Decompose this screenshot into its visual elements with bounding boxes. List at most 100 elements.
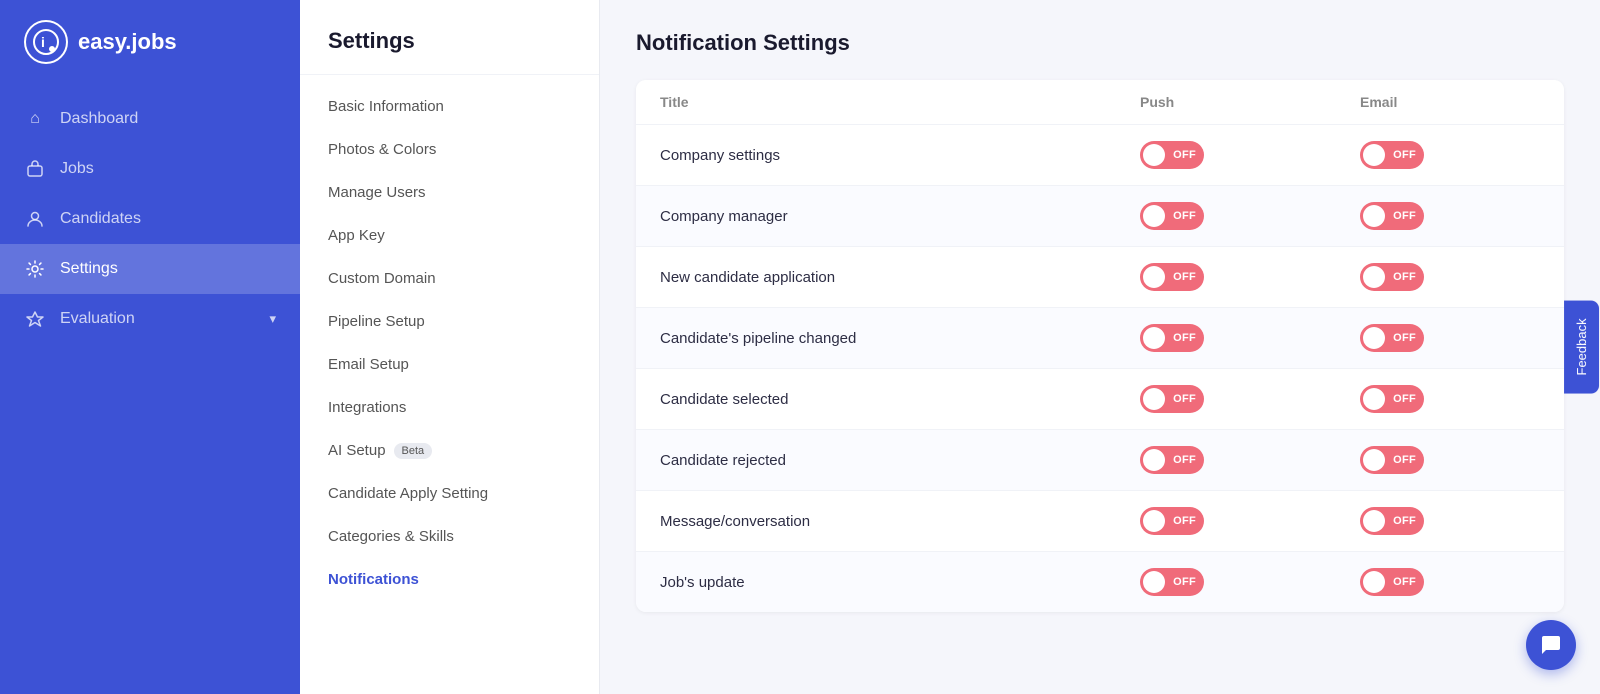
- row-title-company-manager: Company manager: [660, 208, 1140, 225]
- push-toggle-company-settings[interactable]: OFF: [1140, 141, 1360, 169]
- row-title-candidates-pipeline-changed: Candidate's pipeline changed: [660, 330, 1140, 347]
- email-toggle-track-message-conversation[interactable]: OFF: [1360, 507, 1424, 535]
- table-row: Company manager OFF OFF: [636, 186, 1564, 247]
- push-toggle-track-company-settings[interactable]: OFF: [1140, 141, 1204, 169]
- table-row: Company settings OFF OFF: [636, 125, 1564, 186]
- evaluation-icon: [24, 308, 46, 330]
- settings-menu-photos-colors[interactable]: Photos & Colors: [300, 128, 599, 171]
- header-title: Title: [660, 94, 1140, 110]
- table-row: Candidate rejected OFF OFF: [636, 430, 1564, 491]
- email-toggle-track-candidates-pipeline-changed[interactable]: OFF: [1360, 324, 1424, 352]
- logo: i easy.jobs: [0, 0, 300, 84]
- sidebar-item-dashboard[interactable]: ⌂ Dashboard: [0, 94, 300, 144]
- push-toggle-track-message-conversation[interactable]: OFF: [1140, 507, 1204, 535]
- settings-panel-title: Settings: [300, 0, 599, 75]
- table-row: New candidate application OFF OFF: [636, 247, 1564, 308]
- logo-icon: i: [24, 20, 68, 64]
- settings-menu-integrations[interactable]: Integrations: [300, 386, 599, 429]
- push-toggle-track-candidate-selected[interactable]: OFF: [1140, 385, 1204, 413]
- settings-menu-item-label: Basic Information: [328, 98, 444, 115]
- settings-menu-basic-information[interactable]: Basic Information: [300, 85, 599, 128]
- push-toggle-candidate-selected[interactable]: OFF: [1140, 385, 1360, 413]
- push-toggle-company-manager[interactable]: OFF: [1140, 202, 1360, 230]
- email-toggle-track-company-settings[interactable]: OFF: [1360, 141, 1424, 169]
- svg-text:i: i: [41, 34, 45, 50]
- sidebar-item-label: Settings: [60, 260, 118, 278]
- settings-menu-categories-skills[interactable]: Categories & Skills: [300, 515, 599, 558]
- sidebar-item-label: Candidates: [60, 210, 141, 228]
- row-title-company-settings: Company settings: [660, 147, 1140, 164]
- settings-menu-custom-domain[interactable]: Custom Domain: [300, 257, 599, 300]
- push-toggle-track-jobs-update[interactable]: OFF: [1140, 568, 1204, 596]
- email-toggle-track-candidate-selected[interactable]: OFF: [1360, 385, 1424, 413]
- row-title-message-conversation: Message/conversation: [660, 513, 1140, 530]
- sidebar-item-evaluation[interactable]: Evaluation ▾: [0, 294, 300, 344]
- email-toggle-track-candidate-rejected[interactable]: OFF: [1360, 446, 1424, 474]
- main-content: Settings Basic Information Photos & Colo…: [300, 0, 1600, 694]
- settings-menu-notifications[interactable]: Notifications: [300, 558, 599, 601]
- settings-menu-candidate-apply-setting[interactable]: Candidate Apply Setting: [300, 472, 599, 515]
- email-toggle-candidate-selected[interactable]: OFF: [1360, 385, 1540, 413]
- push-toggle-jobs-update[interactable]: OFF: [1140, 568, 1360, 596]
- push-toggle-candidates-pipeline-changed[interactable]: OFF: [1140, 324, 1360, 352]
- row-title-candidate-rejected: Candidate rejected: [660, 452, 1140, 469]
- push-toggle-new-candidate-application[interactable]: OFF: [1140, 263, 1360, 291]
- sidebar-item-label: Evaluation: [60, 310, 135, 328]
- row-title-new-candidate-application: New candidate application: [660, 269, 1140, 286]
- table-row: Candidate selected OFF OFF: [636, 369, 1564, 430]
- settings-menu: Basic Information Photos & Colors Manage…: [300, 75, 599, 611]
- settings-panel: Settings Basic Information Photos & Colo…: [300, 0, 600, 694]
- settings-menu-app-key[interactable]: App Key: [300, 214, 599, 257]
- dashboard-icon: ⌂: [24, 108, 46, 130]
- email-toggle-candidate-rejected[interactable]: OFF: [1360, 446, 1540, 474]
- settings-menu-item-label: Photos & Colors: [328, 141, 436, 158]
- sidebar-item-jobs[interactable]: Jobs: [0, 144, 300, 194]
- email-toggle-company-settings[interactable]: OFF: [1360, 141, 1540, 169]
- settings-menu-email-setup[interactable]: Email Setup: [300, 343, 599, 386]
- settings-menu-item-label: AI Setup: [328, 442, 386, 459]
- email-toggle-track-new-candidate-application[interactable]: OFF: [1360, 263, 1424, 291]
- table-row: Job's update OFF OFF: [636, 552, 1564, 612]
- notification-settings-area: Notification Settings Title Push Email C…: [600, 0, 1600, 694]
- push-toggle-message-conversation[interactable]: OFF: [1140, 507, 1360, 535]
- push-toggle-track-company-manager[interactable]: OFF: [1140, 202, 1204, 230]
- push-toggle-track-candidates-pipeline-changed[interactable]: OFF: [1140, 324, 1204, 352]
- email-toggle-message-conversation[interactable]: OFF: [1360, 507, 1540, 535]
- sidebar-item-label: Jobs: [60, 160, 94, 178]
- jobs-icon: [24, 158, 46, 180]
- row-title-jobs-update: Job's update: [660, 574, 1140, 591]
- email-toggle-track-company-manager[interactable]: OFF: [1360, 202, 1424, 230]
- settings-menu-manage-users[interactable]: Manage Users: [300, 171, 599, 214]
- header-email: Email: [1360, 94, 1540, 110]
- push-toggle-track-candidate-rejected[interactable]: OFF: [1140, 446, 1204, 474]
- table-body: Company settings OFF OFF Compan: [636, 125, 1564, 612]
- settings-menu-item-label: Integrations: [328, 399, 406, 416]
- table-row: Candidate's pipeline changed OFF OFF: [636, 308, 1564, 369]
- email-toggle-new-candidate-application[interactable]: OFF: [1360, 263, 1540, 291]
- settings-menu-item-label: Custom Domain: [328, 270, 436, 287]
- push-toggle-candidate-rejected[interactable]: OFF: [1140, 446, 1360, 474]
- sidebar-item-label: Dashboard: [60, 110, 138, 128]
- row-title-candidate-selected: Candidate selected: [660, 391, 1140, 408]
- table-header: Title Push Email: [636, 80, 1564, 125]
- push-toggle-track-new-candidate-application[interactable]: OFF: [1140, 263, 1204, 291]
- notification-settings-title: Notification Settings: [636, 30, 1564, 56]
- feedback-button[interactable]: Feedback: [1564, 300, 1599, 393]
- email-toggle-jobs-update[interactable]: OFF: [1360, 568, 1540, 596]
- email-toggle-track-jobs-update[interactable]: OFF: [1360, 568, 1424, 596]
- sidebar-item-settings[interactable]: Settings: [0, 244, 300, 294]
- beta-badge: Beta: [394, 443, 433, 459]
- sidebar-item-candidates[interactable]: Candidates: [0, 194, 300, 244]
- table-row: Message/conversation OFF OFF: [636, 491, 1564, 552]
- settings-icon: [24, 258, 46, 280]
- chevron-down-icon: ▾: [269, 311, 276, 327]
- logo-text: easy.jobs: [78, 29, 177, 55]
- email-toggle-company-manager[interactable]: OFF: [1360, 202, 1540, 230]
- settings-menu-item-label: Categories & Skills: [328, 528, 454, 545]
- email-toggle-candidates-pipeline-changed[interactable]: OFF: [1360, 324, 1540, 352]
- sidebar-navigation: ⌂ Dashboard Jobs Candidates: [0, 84, 300, 354]
- settings-menu-pipeline-setup[interactable]: Pipeline Setup: [300, 300, 599, 343]
- settings-menu-item-label: Email Setup: [328, 356, 409, 373]
- chat-button[interactable]: [1526, 620, 1576, 670]
- settings-menu-ai-setup[interactable]: AI Setup Beta: [300, 429, 599, 472]
